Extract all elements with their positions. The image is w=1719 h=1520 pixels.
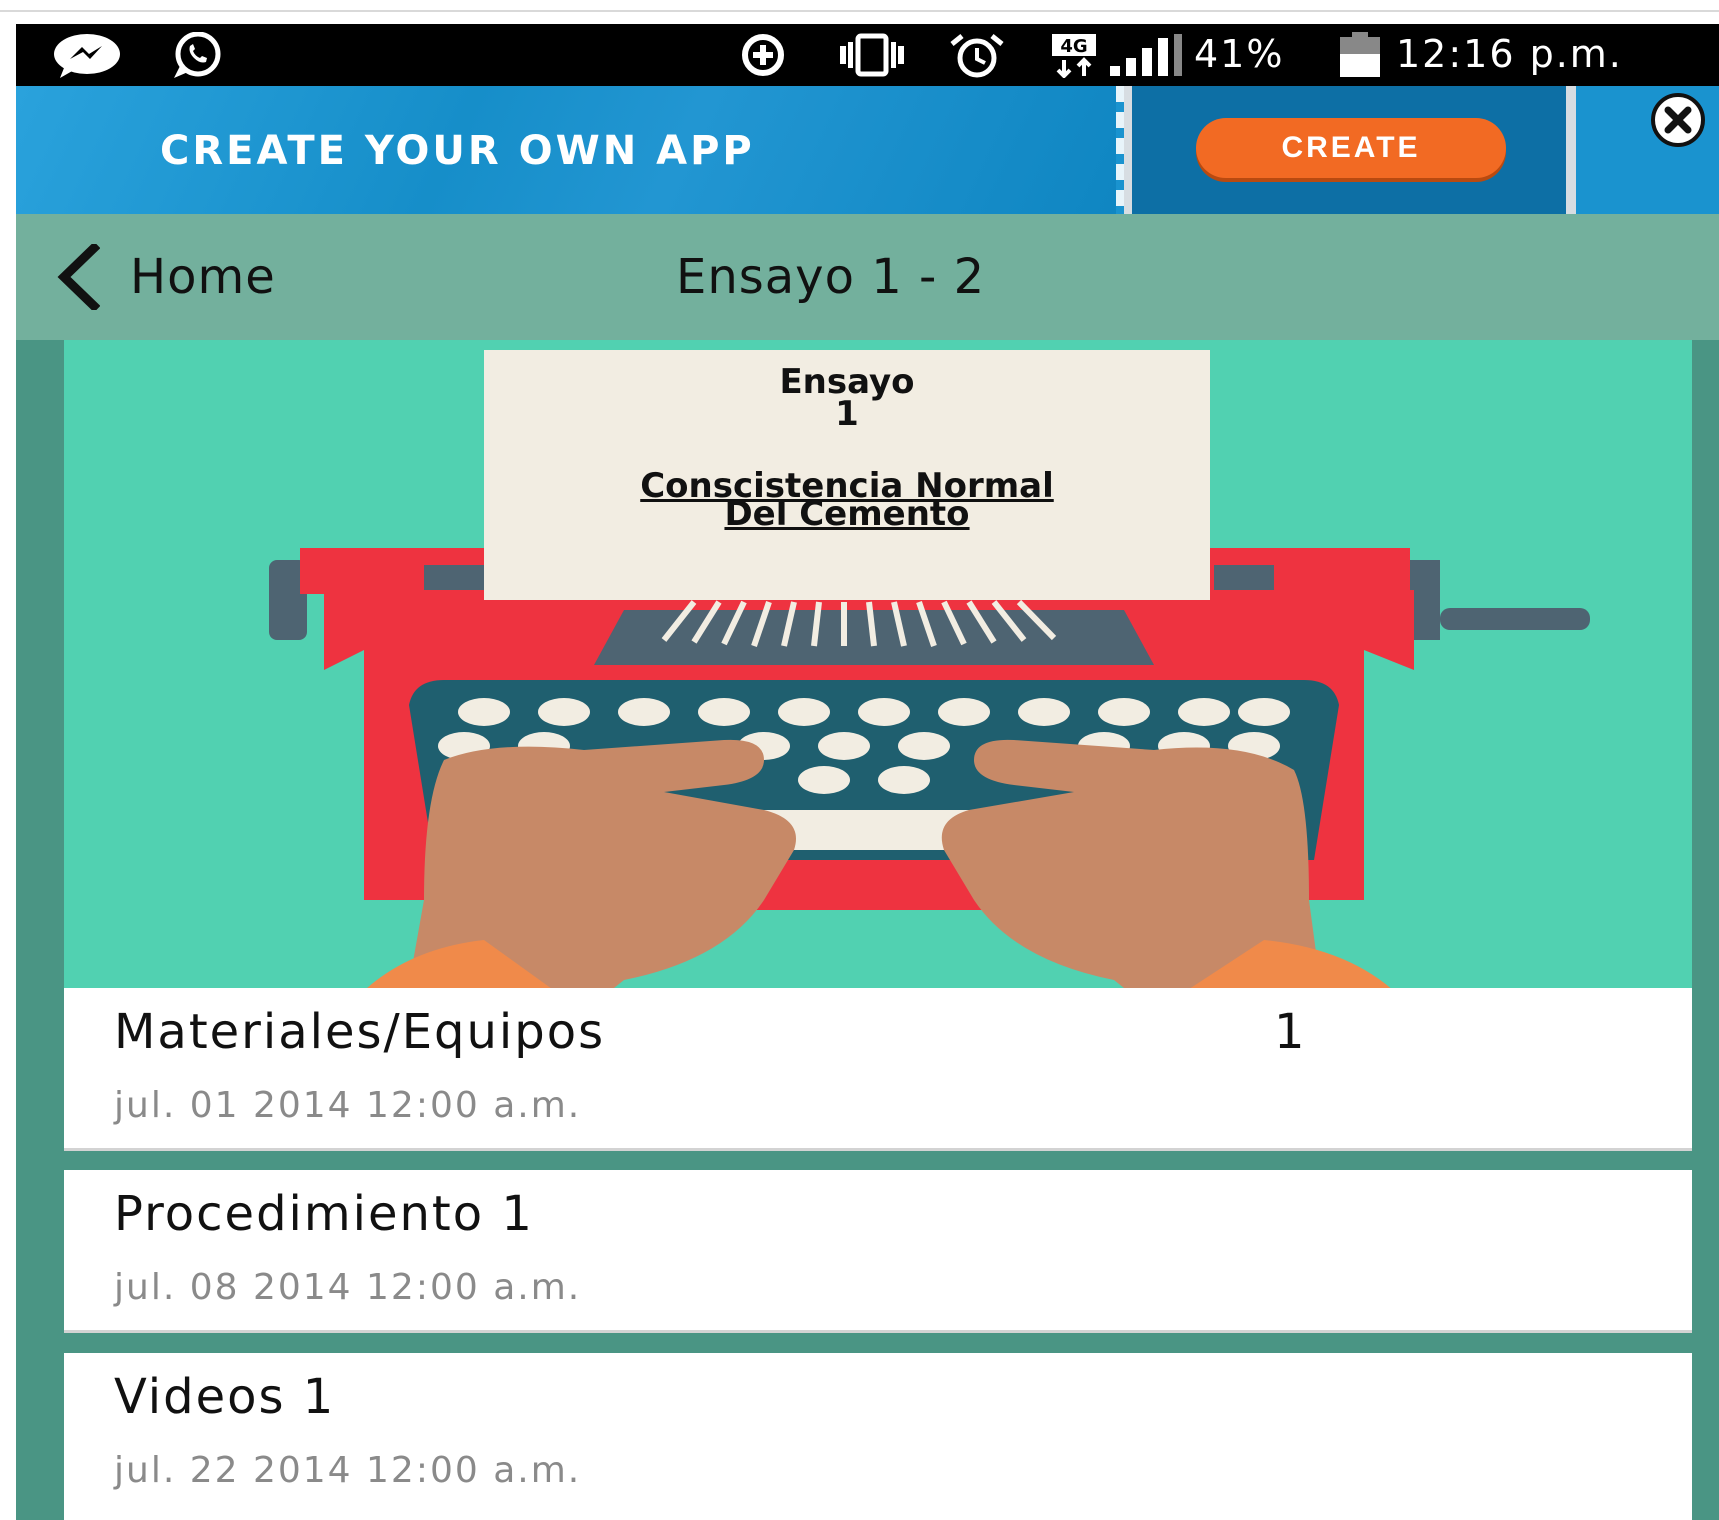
top-divider: [0, 10, 1719, 12]
paper-heading: Ensayo 1: [484, 365, 1210, 434]
ad-banner[interactable]: CREATE YOUR OWN APP CREATE: [16, 86, 1719, 214]
data-saver-icon: [742, 34, 784, 76]
back-label: Home: [130, 249, 276, 305]
svg-text:4G: 4G: [1060, 36, 1087, 57]
list-item-title: Procedimiento 1: [114, 1186, 534, 1242]
ad-divider: [1116, 86, 1124, 214]
paper-sheet: Ensayo 1 Conscistencia Normal Del Cement…: [484, 350, 1210, 600]
ad-divider: [1566, 86, 1576, 214]
paper-heading-line2: 1: [835, 394, 859, 434]
list-item[interactable]: Materiales/Equipos 1 jul. 01 2014 12:00 …: [64, 988, 1692, 1151]
list-item[interactable]: Videos 1 jul. 22 2014 12:00 a.m.: [64, 1353, 1692, 1520]
paper-subtitle: Conscistencia Normal Del Cemento: [484, 469, 1210, 534]
list-item-badge: 1: [1274, 1004, 1305, 1060]
page-title: Ensayo 1 - 2: [676, 249, 986, 305]
list-item-date: jul. 01 2014 12:00 a.m.: [114, 1085, 582, 1126]
chevron-left-icon: [57, 244, 100, 310]
clock: 12:16 p.m.: [1396, 32, 1623, 76]
battery-icon: [1340, 32, 1380, 77]
ad-headline: CREATE YOUR OWN APP: [160, 128, 755, 174]
alarm-icon: [950, 34, 1004, 78]
close-icon[interactable]: [1650, 92, 1706, 148]
status-bar: 4G 41% 12:16 p.m.: [16, 24, 1719, 86]
vibrate-icon: [840, 33, 904, 77]
messenger-icon: [54, 34, 120, 78]
list-item-title: Videos 1: [114, 1369, 336, 1425]
back-button[interactable]: Home: [56, 244, 276, 310]
4g-icon: 4G: [1052, 34, 1096, 78]
list-item-date: jul. 22 2014 12:00 a.m.: [114, 1450, 582, 1491]
paper-subtitle-line2: Del Cemento: [724, 494, 970, 534]
list-item-title: Materiales/Equipos: [114, 1004, 606, 1060]
battery-percent: 41%: [1194, 32, 1285, 76]
hero-image: Ensayo 1 Conscistencia Normal Del Cement…: [64, 340, 1692, 1012]
signal-icon: [1110, 34, 1182, 76]
nav-bar: Home Ensayo 1 - 2: [16, 214, 1719, 340]
phone-screen: 4G 41% 12:16 p.m. CREATE YOUR OWN APP CR…: [16, 24, 1719, 1520]
whatsapp-icon: [174, 32, 221, 78]
list-item-date: jul. 08 2014 12:00 a.m.: [114, 1267, 582, 1308]
ad-create-button[interactable]: CREATE: [1196, 118, 1506, 178]
list-item[interactable]: Procedimiento 1 jul. 08 2014 12:00 a.m.: [64, 1170, 1692, 1333]
